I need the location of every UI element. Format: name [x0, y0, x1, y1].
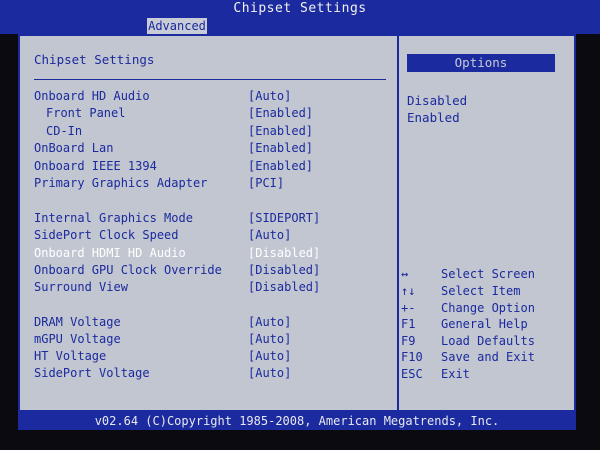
setting-value[interactable]: [Auto]: [248, 331, 291, 348]
option-disabled[interactable]: Disabled: [407, 93, 467, 108]
options-header: Options: [407, 54, 555, 72]
setting-value[interactable]: [SIDEPORT]: [248, 210, 320, 227]
help-key: F1: [401, 317, 416, 331]
help-text: Select Item: [441, 284, 521, 298]
setting-value[interactable]: [Auto]: [248, 348, 291, 365]
up-down-arrow-icon: ↑↓: [401, 284, 416, 298]
setting-row-sideport-voltage[interactable]: SidePort Voltage [Auto]: [34, 365, 386, 382]
setting-row-onboard-gpu-clock-override[interactable]: Onboard GPU Clock Override [Disabled]: [34, 262, 386, 279]
setting-row-surround-view[interactable]: Surround View [Disabled]: [34, 279, 386, 296]
setting-label: Primary Graphics Adapter: [34, 176, 208, 190]
setting-label: HT Voltage: [34, 349, 107, 363]
title-divider: [34, 79, 386, 80]
setting-value[interactable]: [Auto]: [248, 365, 291, 382]
help-text: Exit: [441, 367, 470, 381]
setting-row-ht-voltage[interactable]: HT Voltage [Auto]: [34, 348, 386, 365]
tab-advanced[interactable]: Advanced: [147, 18, 207, 34]
help-text: Change Option: [441, 301, 535, 315]
setting-row-front-panel[interactable]: Front Panel [Enabled]: [34, 105, 386, 122]
setting-label: Onboard GPU Clock Override: [34, 263, 222, 277]
setting-value[interactable]: [Auto]: [248, 314, 291, 331]
left-right-arrow-icon: ↔: [401, 267, 409, 281]
help-row-select-screen: ↔ Select Screen: [401, 266, 571, 282]
setting-label: Onboard IEEE 1394: [34, 159, 157, 173]
setting-label: SidePort Voltage: [34, 366, 150, 380]
setting-row-onboard-hdmi-hd-audio[interactable]: Onboard HDMI HD Audio [Disabled]: [34, 245, 386, 262]
setting-row-onboard-lan[interactable]: OnBoard Lan [Enabled]: [34, 140, 386, 157]
setting-row-dram-voltage[interactable]: DRAM Voltage [Auto]: [34, 314, 386, 331]
setting-row-sideport-clock-speed[interactable]: SidePort Clock Speed [Auto]: [34, 227, 386, 244]
setting-label: Onboard HD Audio: [34, 89, 150, 103]
setting-value[interactable]: [Disabled]: [248, 262, 320, 279]
help-row-exit: ESC Exit: [401, 366, 571, 382]
help-key: F10: [401, 350, 423, 364]
settings-pane: Chipset Settings Onboard HD Audio [Auto]…: [20, 36, 397, 410]
setting-row-internal-graphics-mode[interactable]: Internal Graphics Mode [SIDEPORT]: [34, 210, 386, 227]
setting-label: Onboard HDMI HD Audio: [34, 246, 186, 260]
setting-row-onboard-ieee-1394[interactable]: Onboard IEEE 1394 [Enabled]: [34, 158, 386, 175]
setting-value[interactable]: [Auto]: [248, 227, 291, 244]
setting-label: OnBoard Lan: [34, 141, 114, 155]
setting-label: Surround View: [34, 280, 128, 294]
window-title: Chipset Settings: [0, 0, 600, 18]
help-key: F9: [401, 334, 416, 348]
setting-value[interactable]: [Enabled]: [248, 140, 313, 157]
setting-value[interactable]: [Auto]: [248, 88, 291, 105]
setting-value[interactable]: [Enabled]: [248, 158, 313, 175]
setting-row-primary-graphics-adapter[interactable]: Primary Graphics Adapter [PCI]: [34, 175, 386, 192]
setting-label: Internal Graphics Mode: [34, 211, 193, 225]
setting-label: DRAM Voltage: [34, 315, 121, 329]
setting-row-onboard-hd-audio[interactable]: Onboard HD Audio [Auto]: [34, 88, 386, 105]
help-pane: Options Disabled Enabled ↔ Select Screen…: [399, 36, 574, 410]
help-key: +-: [401, 301, 416, 315]
copyright-footer: v02.64 (C)Copyright 1985-2008, American …: [18, 412, 576, 430]
setting-value[interactable]: [Enabled]: [248, 105, 313, 122]
help-text: Save and Exit: [441, 350, 535, 364]
bios-main-frame: Chipset Settings Onboard HD Audio [Auto]…: [18, 34, 576, 412]
setting-value[interactable]: [Disabled]: [248, 279, 320, 296]
setting-value[interactable]: [Disabled]: [248, 245, 320, 262]
help-text: Load Defaults: [441, 334, 535, 348]
setting-value[interactable]: [Enabled]: [248, 123, 313, 140]
setting-row-mgpu-voltage[interactable]: mGPU Voltage [Auto]: [34, 331, 386, 348]
setting-label: CD-In: [46, 124, 83, 138]
setting-label: SidePort Clock Speed: [34, 228, 179, 242]
help-text: General Help: [441, 317, 528, 331]
setting-value[interactable]: [PCI]: [248, 175, 284, 192]
pane-title: Chipset Settings: [34, 52, 155, 67]
option-enabled[interactable]: Enabled: [407, 110, 460, 125]
help-row-change-option: +- Change Option: [401, 300, 571, 316]
help-row-general-help: F1 General Help: [401, 316, 571, 332]
setting-label: Front Panel: [46, 106, 126, 120]
setting-label: mGPU Voltage: [34, 332, 121, 346]
setting-row-cd-in[interactable]: CD-In [Enabled]: [34, 123, 386, 140]
help-key: ESC: [401, 367, 423, 381]
help-row-load-defaults: F9 Load Defaults: [401, 333, 571, 349]
help-row-save-and-exit: F10 Save and Exit: [401, 349, 571, 365]
tab-strip: Advanced: [0, 18, 600, 34]
help-row-select-item: ↑↓ Select Item: [401, 283, 571, 299]
help-text: Select Screen: [441, 267, 535, 281]
